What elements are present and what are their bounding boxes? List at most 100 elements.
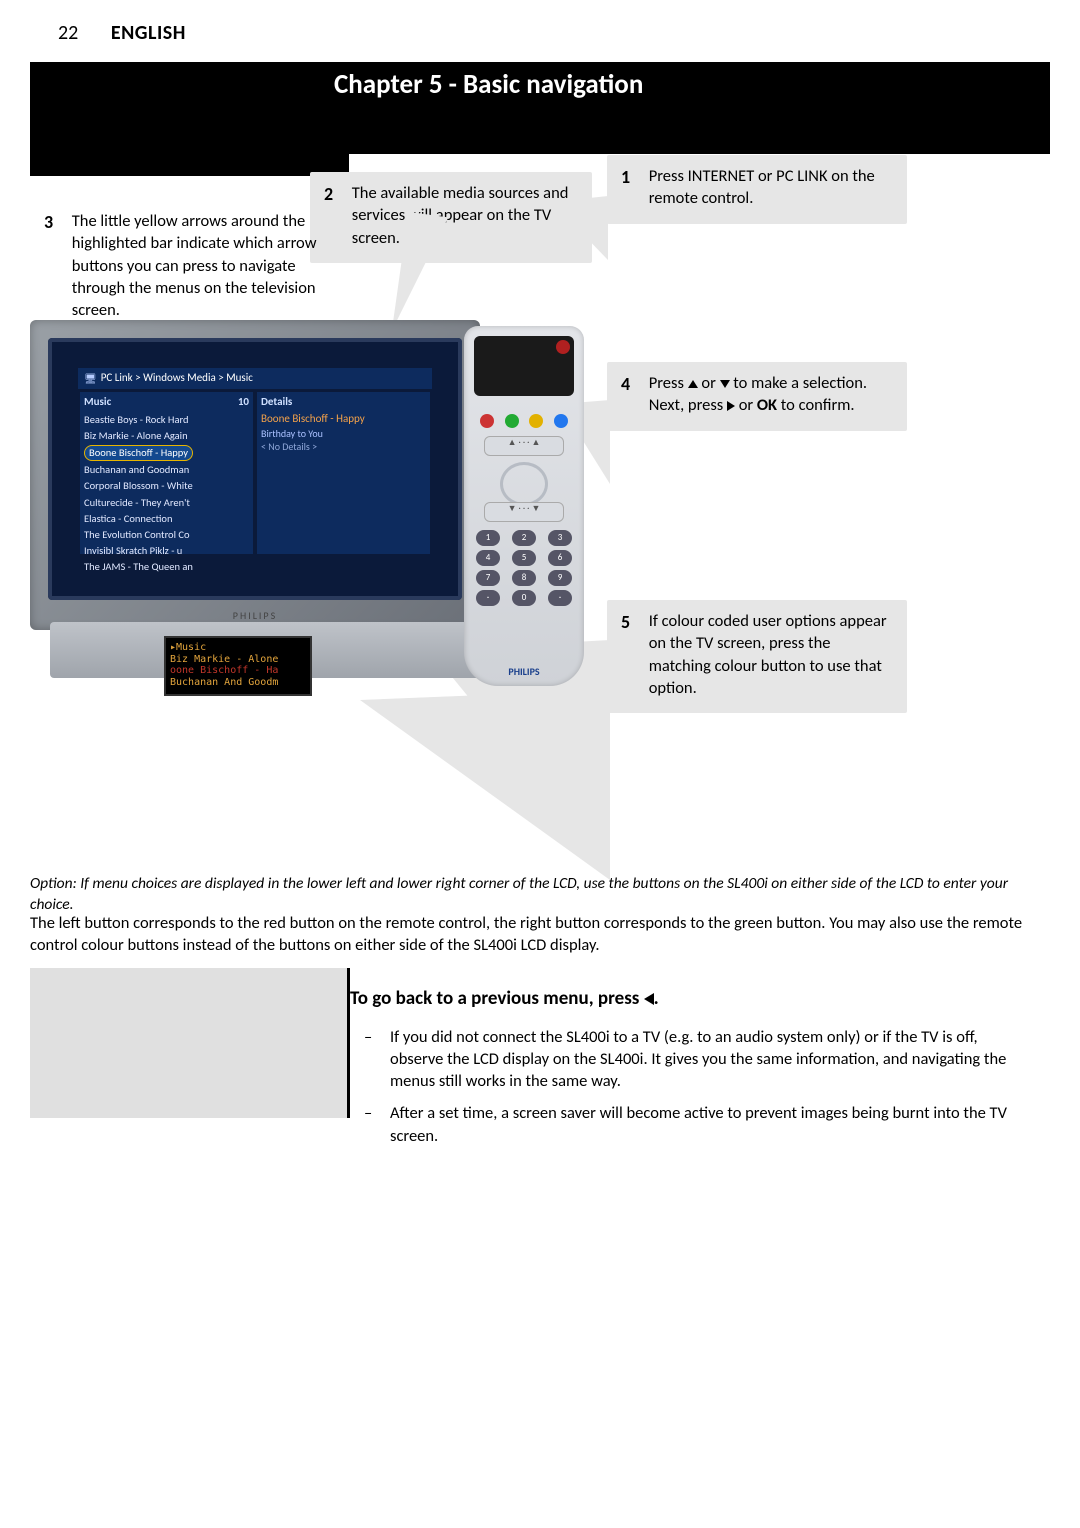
callout-5: 5 If colour coded user options appear on… <box>607 600 907 713</box>
illustration: 🖥 PC Link > Windows Media > Music Music 1… <box>30 320 590 740</box>
ok-label: OK <box>757 395 777 415</box>
list-item: Invisibl Skratch Piklz - u <box>84 543 249 559</box>
keypad-key: 8 <box>512 570 536 586</box>
nav-ring-icon <box>500 462 548 506</box>
tv-left-pane: Music 10 Beastie Boys - Rock HardBiz Mark… <box>80 392 253 554</box>
keypad-key: 7 <box>476 570 500 586</box>
callout-text: The available media sources and services… <box>352 182 576 249</box>
list-item: Culturecide - They Aren't <box>84 495 249 511</box>
callout-num: 4 <box>621 372 645 396</box>
detail-line-3: < No Details > <box>261 440 426 454</box>
keypad-key: 4 <box>476 550 500 566</box>
left-arrow-icon <box>644 993 654 1005</box>
callout-2: 2 The available media sources and servic… <box>310 172 592 263</box>
selected-item: Boone Bischoff - Happy <box>84 445 193 461</box>
keypad-key: 0 <box>512 590 536 606</box>
section2-bullets: If you did not connect the SL400i to a T… <box>350 1026 1024 1147</box>
paragraph-1: The left button corresponds to the red b… <box>30 912 1024 957</box>
section2-left-block <box>30 968 350 1118</box>
list-item: Buchanan and Goodman <box>84 462 249 478</box>
callout-text: If colour coded user options appear on t… <box>649 610 891 699</box>
pc-link-icon: 🖥 <box>84 372 97 386</box>
blue-button-icon <box>554 414 568 428</box>
detail-line-1: Boone Bischoff - Happy <box>261 412 426 427</box>
nav-down-bar: ▼ · · · ▼ <box>484 502 564 522</box>
breadcrumb-text: PC Link > Windows Media > Music <box>101 371 253 386</box>
text: or <box>735 395 757 415</box>
heading-text: . <box>654 987 659 1010</box>
tv-bezel: 🖥 PC Link > Windows Media > Music Music 1… <box>48 338 462 600</box>
list-item: Beastie Boys - Rock Hard <box>84 412 249 428</box>
keypad-key: 9 <box>548 570 572 586</box>
lcd-line: ▸Music <box>170 642 306 654</box>
remote-navpad: ▲ · · · ▲ ▼ · · · ▼ <box>484 436 564 516</box>
keypad-key: 6 <box>548 550 572 566</box>
list-item: Boone Bischoff - Happy <box>84 444 249 462</box>
tv-frame: 🖥 PC Link > Windows Media > Music Music 1… <box>30 320 480 630</box>
up-arrow-icon <box>688 380 698 388</box>
list-item: The Evolution Control Co <box>84 527 249 543</box>
language-label: ENGLISH <box>111 21 186 45</box>
callout-4: 4 Press or to make a selection. Next, pr… <box>607 362 907 431</box>
lcd-line: Buchanan And Goodm <box>170 677 306 689</box>
tv-right-pane: Details Boone Bischoff - Happy Birthday … <box>257 392 430 554</box>
text: to confirm. <box>777 395 854 415</box>
nav-up-bar: ▲ · · · ▲ <box>484 436 564 456</box>
chapter-title: Chapter 5 - Basic navigation <box>334 67 643 103</box>
lcd-line-highlight: oone Bischoff - Ha <box>170 665 306 677</box>
keypad-key: 2 <box>512 530 536 546</box>
callout-num: 3 <box>44 210 68 234</box>
lcd-line: Biz Markie - Alone <box>170 654 306 666</box>
list-item: Biz Markie - Alone Again <box>84 428 249 444</box>
intro-text: > This is the basic way of navigating th… <box>350 108 1010 134</box>
option-note: Option: If menu choices are displayed in… <box>30 874 1024 916</box>
tv-breadcrumb: 🖥 PC Link > Windows Media > Music <box>78 368 432 389</box>
callout-3: 3 The little yellow arrows around the hi… <box>30 200 348 335</box>
page-header: 22 ENGLISH <box>58 20 186 47</box>
keypad-key: 5 <box>512 550 536 566</box>
keypad-key: 3 <box>548 530 572 546</box>
tv-music-list: Beastie Boys - Rock HardBiz Markie - Alo… <box>84 412 249 576</box>
bullet-item: After a set time, a screen saver will be… <box>350 1102 1024 1147</box>
list-item: Elastica - Connection <box>84 511 249 527</box>
remote-brand: PHILIPS <box>464 665 584 679</box>
section2-content: To go back to a previous menu, press . I… <box>350 968 1024 1157</box>
sl400i-lcd: ▸Music Biz Markie - Alone oone Bischoff … <box>164 636 312 696</box>
bullet-item: If you did not connect the SL400i to a T… <box>350 1026 1024 1093</box>
pane-count: 10 <box>238 395 249 410</box>
red-button-icon <box>480 414 494 428</box>
callout-num: 5 <box>621 610 645 634</box>
section2-heading: To go back to a previous menu, press . <box>350 986 1024 1012</box>
tv-brand: PHILIPS <box>233 609 277 623</box>
heading-text: To go back to a previous menu, press <box>350 987 644 1010</box>
callout-text: The little yellow arrows around the high… <box>72 210 332 321</box>
keypad-row: · 0 · <box>476 590 572 606</box>
keypad-row: 456 <box>476 550 572 566</box>
callout-text: Press or to make a selection. Next, pres… <box>649 372 891 417</box>
page-number: 22 <box>58 21 78 45</box>
keypad-key: · <box>476 590 500 606</box>
tv-content: 🖥 PC Link > Windows Media > Music Music 1… <box>78 368 432 558</box>
yellow-button-icon <box>529 414 543 428</box>
down-arrow-icon <box>720 380 730 388</box>
text: Press <box>649 373 688 393</box>
callout-num: 1 <box>621 165 645 189</box>
list-item: Corporal Blossom - White <box>84 478 249 494</box>
green-button-icon <box>505 414 519 428</box>
pane-title: Details <box>261 395 292 410</box>
power-button-icon <box>556 340 570 354</box>
callout-1: 1 Press INTERNET or PC LINK on the remot… <box>607 155 907 224</box>
pane-title: Music <box>84 395 111 410</box>
right-arrow-icon <box>727 401 735 411</box>
keypad-row: 123 <box>476 530 572 546</box>
detail-line-2: Birthday to You <box>261 427 426 441</box>
keypad-row: 789 <box>476 570 572 586</box>
keypad-key: 1 <box>476 530 500 546</box>
callout-text: Press INTERNET or PC LINK on the remote … <box>649 165 891 210</box>
remote-keypad: 123 456 789 · 0 · <box>476 526 572 610</box>
text: or <box>698 373 720 393</box>
chapter-left-block <box>30 101 349 176</box>
keypad-key: · <box>548 590 572 606</box>
list-item: The JAMS - The Queen an <box>84 559 249 575</box>
remote-colour-buttons <box>480 414 568 428</box>
